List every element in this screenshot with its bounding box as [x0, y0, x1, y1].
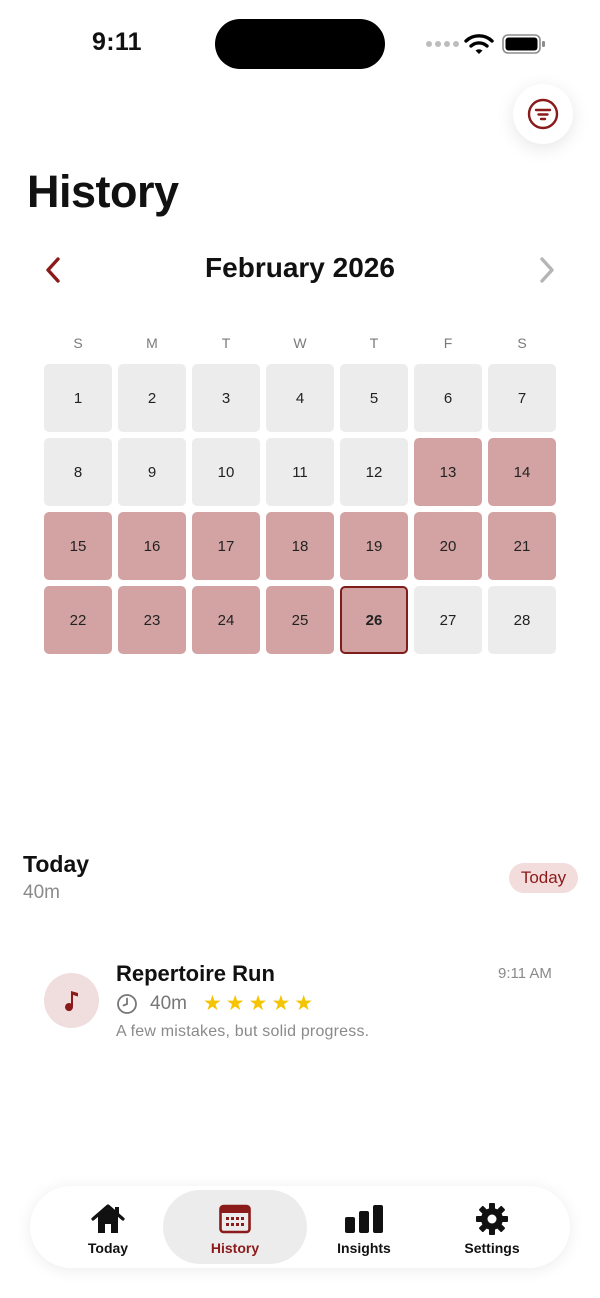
calendar-day[interactable]: 1	[44, 364, 112, 432]
calendar-day[interactable]: 7	[488, 364, 556, 432]
calendar-day[interactable]: 3	[192, 364, 260, 432]
calendar-icon	[219, 1204, 251, 1234]
calendar-day[interactable]: 12	[340, 438, 408, 506]
weekday-label: S	[73, 335, 83, 351]
session-rating: ★ ★ ★ ★ ★	[203, 993, 313, 1015]
month-label: February 2026	[205, 252, 395, 283]
calendar-day[interactable]: 20	[414, 512, 482, 580]
calendar-day[interactable]: 23	[118, 586, 186, 654]
star-icon: ★	[271, 992, 291, 1015]
weekday-label: W	[293, 335, 307, 351]
day-summary-title: Today	[23, 851, 90, 877]
weekday-header: S M T W T F S	[44, 335, 556, 351]
tab-settings[interactable]: Settings	[420, 1190, 564, 1264]
calendar-day[interactable]: 21	[488, 512, 556, 580]
tab-label: History	[210, 1240, 260, 1256]
dynamic-island	[215, 19, 385, 69]
weekday-label: M	[146, 335, 158, 351]
star-icon: ★	[225, 992, 245, 1015]
today-badge: Today	[509, 863, 578, 893]
calendar-day[interactable]: 16	[118, 512, 186, 580]
bar-chart-icon	[345, 1205, 383, 1233]
calendar-day[interactable]: 15	[44, 512, 112, 580]
star-icon: ★	[202, 992, 222, 1015]
tab-label: Today	[87, 1240, 129, 1256]
tab-history[interactable]: History	[163, 1190, 307, 1264]
session-time: 9:11 AM	[498, 965, 552, 982]
tab-insights[interactable]: Insights	[292, 1190, 436, 1264]
calendar-day[interactable]: 17	[192, 512, 260, 580]
calendar-day[interactable]: 8	[44, 438, 112, 506]
music-note-icon	[64, 990, 78, 1011]
tab-label: Settings	[464, 1240, 520, 1256]
calendar-day[interactable]: 18	[266, 512, 334, 580]
calendar-day[interactable]: 4	[266, 364, 334, 432]
chevron-right-icon	[540, 257, 554, 283]
calendar-day[interactable]: 14	[488, 438, 556, 506]
calendar-day[interactable]: 2	[118, 364, 186, 432]
status-time: 9:11	[92, 28, 142, 56]
calendar-day[interactable]: 25	[266, 586, 334, 654]
gear-icon	[476, 1203, 508, 1235]
calendar-day[interactable]: 10	[192, 438, 260, 506]
month-header: February 2026	[0, 248, 600, 292]
session-icon-badge	[44, 973, 99, 1028]
calendar-day-selected[interactable]: 26	[340, 586, 408, 654]
filter-button[interactable]	[513, 84, 573, 144]
weekday-label: T	[221, 335, 231, 351]
calendar-day[interactable]: 5	[340, 364, 408, 432]
weekday-label: T	[369, 335, 379, 351]
home-icon	[91, 1204, 125, 1233]
status-bar: 9:11	[0, 0, 600, 90]
calendar-grid: 1 2 3 4 5 6 7 8 9 10 11 12 13 14 15 16 17 18 19 20 21 22 23 24 2…	[44, 364, 556, 654]
signal-icon	[426, 41, 459, 47]
calendar-day[interactable]: 19	[340, 512, 408, 580]
session-duration: 40m	[150, 993, 187, 1014]
tab-bar: Today History Insights Settings	[30, 1186, 570, 1268]
day-summary-duration: 40m	[23, 882, 60, 903]
star-icon: ★	[294, 992, 314, 1015]
weekday-label: F	[443, 335, 453, 351]
calendar-day[interactable]: 27	[414, 586, 482, 654]
page-title: History	[27, 166, 179, 217]
calendar-day[interactable]: 22	[44, 586, 112, 654]
session-title: Repertoire Run	[116, 961, 275, 986]
calendar-day[interactable]: 6	[414, 364, 482, 432]
session-meta: 40m ★ ★ ★ ★ ★	[116, 993, 313, 1015]
session-note: A few mistakes, but solid progress.	[116, 1023, 370, 1040]
clock-icon	[117, 994, 137, 1014]
tab-label: Insights	[337, 1240, 391, 1256]
filter-icon	[527, 98, 559, 130]
star-icon: ★	[248, 992, 268, 1015]
battery-icon	[502, 34, 545, 54]
next-month-button[interactable]	[532, 252, 562, 288]
tab-today[interactable]: Today	[36, 1190, 180, 1264]
weekday-label: S	[517, 335, 527, 351]
calendar-day[interactable]: 9	[118, 438, 186, 506]
calendar-day[interactable]: 13	[414, 438, 482, 506]
calendar-day[interactable]: 24	[192, 586, 260, 654]
calendar-day[interactable]: 28	[488, 586, 556, 654]
wifi-icon	[464, 34, 494, 54]
calendar-day[interactable]: 11	[266, 438, 334, 506]
